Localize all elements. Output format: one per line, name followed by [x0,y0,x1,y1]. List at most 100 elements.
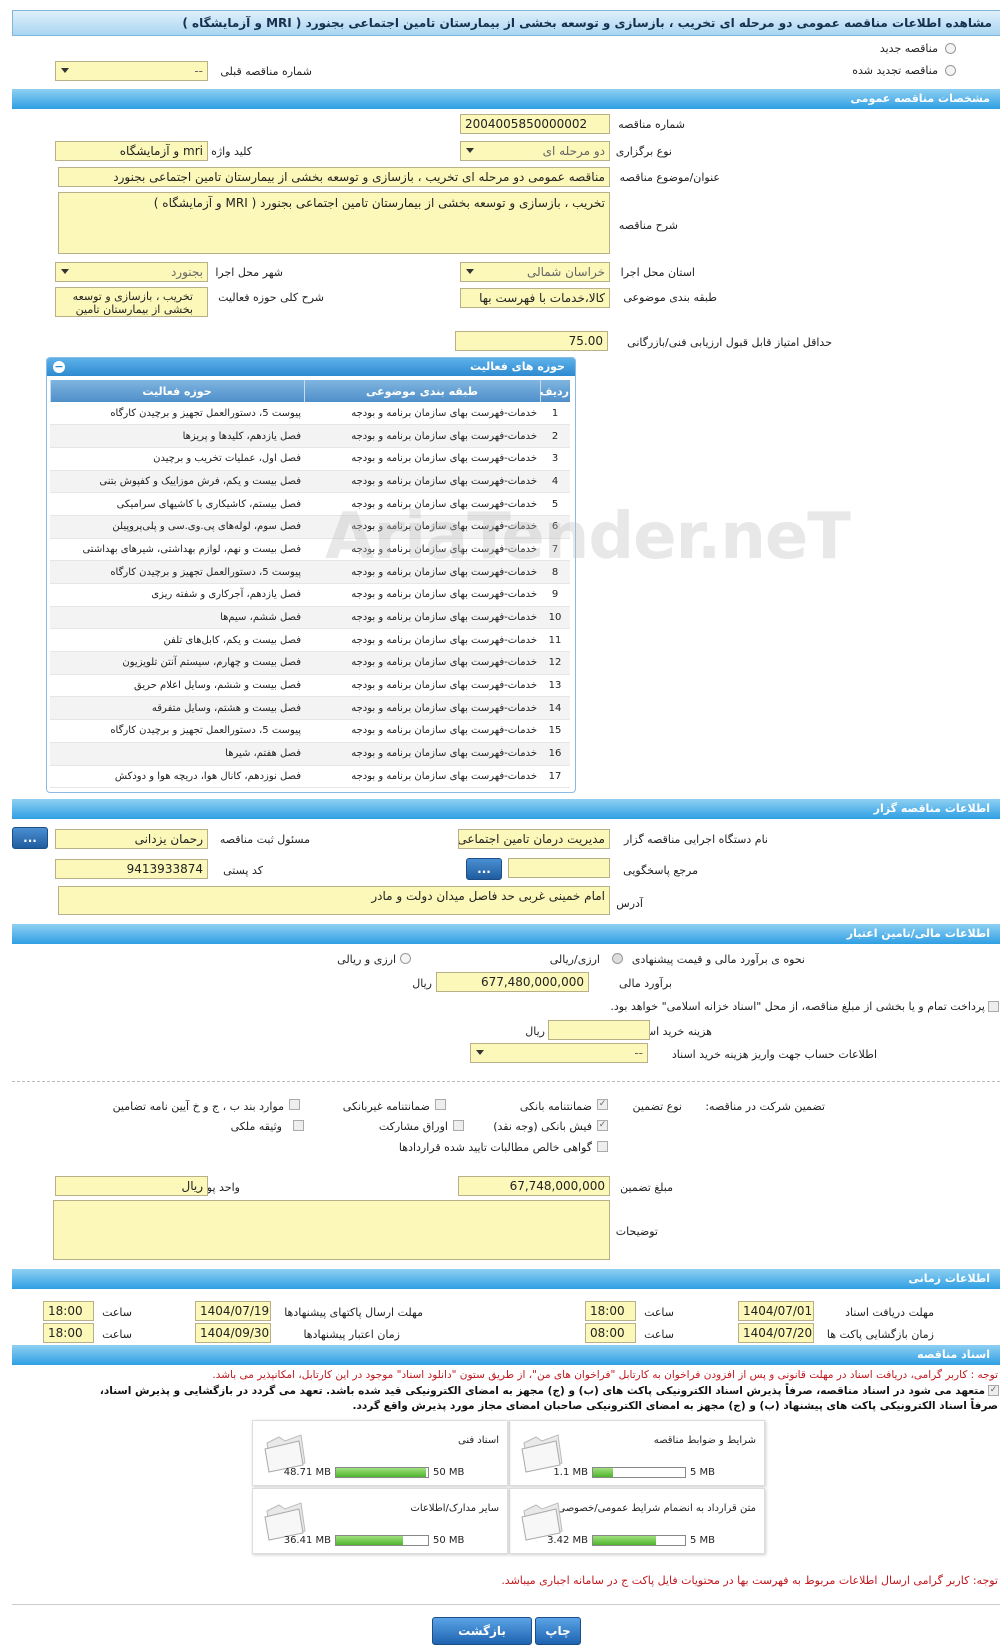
row-activity: فصل یازدهم، کلیدها و پریزها [50,424,304,448]
activities-panel: حوزه های فعالیت − ردیف طبقه بندی موضوعی … [46,357,576,793]
row-category: خدمات-فهرست بهای سازمان برنامه و بودجه [304,651,540,675]
city-value: بجنورد [170,265,203,279]
file-used-size: 3.42 MB [547,1535,588,1546]
city-select[interactable]: بجنورد [55,262,208,282]
table-row: 9 خدمات-فهرست بهای سازمان برنامه و بودجه ف… [50,583,570,607]
islamic-treasury-checkbox[interactable] [988,1001,999,1012]
table-row: 15 خدمات-فهرست بهای سازمان برنامه و بودجه… [50,719,570,743]
estimate-field[interactable]: 677,480,000,000 [436,972,589,992]
footer-divider [12,1604,1000,1605]
account-info-select[interactable]: -- [470,1043,648,1063]
bank-receipt-checkbox[interactable]: ✓ [597,1120,608,1131]
guarantee-amount-field[interactable]: 67,748,000,000 [458,1176,610,1196]
org-name-field[interactable]: مدیریت درمان تامین اجتماعی [458,829,610,849]
scope-value: تخریب ، بازسازی و توسعه بخشی از بیمارستا… [72,290,193,316]
chevron-down-icon [61,68,69,73]
table-row: 1 خدمات-فهرست بهای سازمان برنامه و بودجه پ… [50,402,570,426]
new-tender-radio[interactable] [945,43,956,54]
postal-code-label: کد پستی [223,864,263,877]
category-field[interactable]: کالا،خدمات با فهرست بها [460,288,610,308]
postal-code-value: 9413933874 [126,862,203,876]
city-label: شهر محل اجرا [215,266,283,279]
currency-field[interactable]: ریال [55,1176,208,1196]
row-activity: پیوست 5، دستورالعمل تجهیز و برچیدن کارگا… [50,719,304,743]
prev-number-label: شماره مناقصه قبلی [220,65,312,78]
scope-field[interactable]: تخریب ، بازسازی و توسعه بخشی از بیمارستا… [55,287,208,317]
property-checkbox[interactable] [293,1120,304,1131]
row-activity: فصل بیست و هشتم، وسایل متفرقه [50,696,304,721]
bonds-checkbox[interactable] [453,1120,464,1131]
timing-section-header: اطلاعات زمانی [12,1269,1000,1289]
row-number: 14 [540,696,570,721]
bank-guarantee-checkbox[interactable]: ✓ [597,1099,608,1110]
document-file[interactable]: اسناد فنی 48.71 MB 50 MB [252,1420,508,1486]
row-activity: پیوست 5، دستورالعمل تجهیز و برچیدن کارگا… [50,402,304,426]
file-used-size: 1.1 MB [553,1467,588,1478]
registrar-field[interactable]: رحمان یزدانی [55,829,208,849]
validity-time[interactable]: 18:00 [43,1323,94,1343]
province-label: استان محل اجرا [620,266,695,279]
opening-date[interactable]: 1404/07/20 [738,1323,814,1343]
submit-deadline-date[interactable]: 1404/07/19 [195,1301,271,1321]
file-max-size: 50 MB [433,1535,465,1546]
section-divider [12,1081,1000,1082]
address-label: آدرس [616,897,643,910]
holding-type-label: نوع برگزاری [615,145,672,158]
submit-deadline-time-label: ساعت [102,1306,132,1319]
registrar-lookup-button[interactable]: ... [12,827,48,849]
row-number: 10 [540,606,570,630]
row-number: 4 [540,470,570,494]
col-activity-header: حوزه فعالیت [49,380,304,402]
province-select[interactable]: خراسان شمالی [460,262,610,282]
doc-cost-currency: ریال [525,1025,545,1038]
document-file[interactable]: متن قرارداد به انضمام شرایط عمومی/خصوصی 3… [509,1488,765,1554]
claims-checkbox[interactable] [597,1141,608,1152]
document-file[interactable]: سایر مدارک/اطلاعات 36.41 MB 50 MB [252,1488,508,1554]
file-size-progress-fill [593,1468,614,1477]
row-number: 3 [540,447,570,471]
file-used-size: 36.41 MB [283,1535,331,1546]
fx-rial-radio[interactable] [400,953,411,964]
address-field[interactable]: امام خمینی غربی حد فاصل میدان دولت و ماد… [58,886,610,915]
items-bcg-checkbox[interactable] [289,1099,300,1110]
postal-code-field[interactable]: 9413933874 [55,859,208,879]
document-file[interactable]: شرایط و ضوابط مناقصه 1.1 MB 5 MB [509,1420,765,1486]
commitment-line-2: صرفاً اسناد الکترونیکی پاکت های پیشنهاد … [352,1400,998,1412]
commitment-checkbox[interactable]: ✓ [988,1385,999,1396]
file-max-size: 50 MB [433,1467,465,1478]
min-score-field[interactable]: 75.00 [455,331,608,351]
table-row: 11 خدمات-فهرست بهای سازمان برنامه و بودجه… [50,628,570,653]
description-field[interactable]: تخریب ، بازسازی و توسعه بخشی از بیمارستا… [58,192,610,254]
row-number: 17 [540,765,570,789]
rial-radio[interactable] [612,953,623,964]
activities-title: حوزه های فعالیت [470,360,565,373]
tender-number-field[interactable]: 2004005850000002 [460,114,610,134]
tender-number-label: شماره مناقصه [618,118,685,131]
reference-lookup-button[interactable]: ... [466,858,502,880]
min-score-value: 75.00 [568,334,603,348]
registrar-label: مسئول ثبت مناقصه [219,833,310,846]
validity-date[interactable]: 1404/09/30 [195,1323,271,1343]
table-row: 17 خدمات-فهرست بهای سازمان برنامه و بودجه… [50,765,570,789]
doc-cost-field[interactable] [548,1020,650,1040]
collapse-icon[interactable]: − [53,361,65,373]
doc-deadline-date[interactable]: 1404/07/01 [738,1301,814,1321]
subject-field[interactable]: مناقصه عمومی دو مرحله ای تخریب ، بازسازی… [58,167,610,187]
notes-field[interactable] [53,1200,610,1260]
category-label: طبقه بندی موضوعی [623,291,717,304]
keyword-field[interactable]: mri و آزمایشگاه [55,141,208,161]
row-activity: فصل بیست و ششم، وسایل اعلام حریق [50,674,304,698]
back-button[interactable]: بازگشت [432,1617,532,1645]
bonds-label: اوراق مشارکت [378,1120,448,1133]
prev-number-select[interactable]: -- [55,61,208,81]
renewed-tender-radio[interactable] [945,65,956,76]
reference-field[interactable] [508,858,610,878]
submit-deadline-time[interactable]: 18:00 [43,1301,94,1321]
holding-type-select[interactable]: دو مرحله ای [460,141,610,161]
nonbank-guarantee-checkbox[interactable] [435,1099,446,1110]
opening-time[interactable]: 08:00 [585,1323,636,1343]
commitment-line-1: متعهد می شود در اسناد مناقصه، صرفاً پذیر… [99,1385,985,1397]
doc-deadline-time[interactable]: 18:00 [585,1301,636,1321]
row-activity: فصل بیستم، کاشیکاری با کاشیهای سرامیکی [50,492,304,516]
print-button[interactable]: چاپ [535,1617,581,1645]
